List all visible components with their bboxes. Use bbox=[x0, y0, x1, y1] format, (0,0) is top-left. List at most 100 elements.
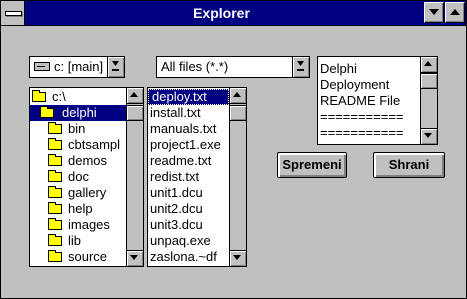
scroll-down-button[interactable] bbox=[127, 250, 143, 266]
memo-scrollbar[interactable] bbox=[420, 57, 437, 144]
scroll-down-icon bbox=[233, 255, 241, 260]
file-item-label: unit1.dcu bbox=[150, 185, 203, 200]
file-item[interactable]: manuals.txt bbox=[148, 121, 229, 137]
minimize-arrow-icon bbox=[429, 9, 439, 15]
file-type-select-value: All files (*.*) bbox=[161, 59, 229, 74]
file-item[interactable]: zaslona.~df bbox=[148, 249, 229, 265]
memo-text: Delphi Deployment README File =========== ==… bbox=[318, 57, 420, 144]
drive-icon bbox=[34, 62, 50, 71]
directory-item[interactable]: doc bbox=[30, 169, 126, 185]
file-list-scrollbar[interactable] bbox=[229, 88, 246, 266]
open-folder-icon bbox=[40, 106, 54, 118]
memo-line: Deployment bbox=[320, 77, 390, 92]
directory-item-label: cbtsampl bbox=[68, 137, 121, 152]
file-item[interactable]: project1.exe bbox=[148, 137, 229, 153]
drive-select[interactable]: c: [main] bbox=[29, 56, 125, 78]
file-item[interactable]: unit2.dcu bbox=[148, 201, 229, 217]
system-menu-button[interactable] bbox=[1, 1, 25, 25]
file-list-items: deploy.txt install.txt manuals.txt project1… bbox=[148, 88, 229, 266]
directory-item[interactable]: gallery bbox=[30, 185, 126, 201]
dropdown-arrow-icon bbox=[297, 61, 304, 71]
memo-line: =========== bbox=[320, 125, 404, 140]
scroll-up-icon bbox=[130, 92, 138, 97]
scrollbar-thumb[interactable] bbox=[127, 105, 143, 121]
folder-icon bbox=[48, 250, 62, 262]
scroll-down-button[interactable] bbox=[230, 250, 246, 266]
file-item[interactable]: readme.txt bbox=[148, 153, 229, 169]
folder-icon bbox=[48, 122, 62, 134]
file-item-label: zaslona.~df bbox=[150, 249, 217, 264]
memo-line: Delphi bbox=[320, 61, 357, 76]
dropdown-arrow-icon bbox=[112, 61, 119, 71]
scroll-down-button[interactable] bbox=[421, 128, 437, 144]
file-item-label: readme.txt bbox=[150, 153, 212, 168]
scroll-up-button[interactable] bbox=[127, 88, 143, 104]
directory-item[interactable]: lib bbox=[30, 233, 126, 249]
directory-list[interactable]: c:\ delphi bin cbtsampl demos doc gallery help i… bbox=[29, 87, 144, 267]
file-item-label: unit3.dcu bbox=[150, 217, 203, 232]
directory-item[interactable]: bin bbox=[30, 121, 126, 137]
folder-icon bbox=[48, 138, 62, 150]
title-bar[interactable]: Explorer bbox=[1, 1, 466, 26]
explorer-window: Explorer c: [main] All files (*.*) c:\ de… bbox=[0, 0, 467, 299]
memo-line: =========== bbox=[320, 109, 404, 124]
file-item-label: redist.txt bbox=[150, 169, 200, 184]
file-item[interactable]: unit3.dcu bbox=[148, 217, 229, 233]
file-item-label: project1.exe bbox=[150, 137, 221, 152]
directory-item[interactable]: delphi bbox=[30, 105, 126, 121]
open-folder-icon bbox=[32, 90, 46, 102]
directory-item-label: c:\ bbox=[52, 89, 66, 104]
file-item[interactable]: deploy.txt bbox=[148, 89, 229, 105]
directory-item-label: bin bbox=[68, 121, 86, 136]
file-type-select[interactable]: All files (*.*) bbox=[156, 56, 310, 78]
directory-item-label: source bbox=[68, 249, 108, 264]
scroll-up-icon bbox=[424, 61, 432, 66]
drive-select-value: c: [main] bbox=[54, 59, 104, 74]
folder-icon bbox=[48, 170, 62, 182]
directory-item[interactable]: help bbox=[30, 201, 126, 217]
file-item[interactable]: unit1.dcu bbox=[148, 185, 229, 201]
directory-list-items: c:\ delphi bin cbtsampl demos doc gallery help i… bbox=[30, 88, 126, 266]
directory-item[interactable]: source bbox=[30, 249, 126, 265]
directory-item[interactable]: c:\ bbox=[30, 89, 126, 105]
scroll-down-icon bbox=[130, 255, 138, 260]
file-item-label: unpaq.exe bbox=[150, 233, 211, 248]
shrani-button[interactable]: Shrani bbox=[373, 152, 445, 178]
file-item[interactable]: redist.txt bbox=[148, 169, 229, 185]
file-item-label: unit2.dcu bbox=[150, 201, 203, 216]
scroll-down-icon bbox=[424, 133, 432, 138]
directory-item-label: images bbox=[68, 217, 110, 232]
drive-select-dropdown-button[interactable] bbox=[107, 57, 124, 77]
scroll-up-button[interactable] bbox=[421, 57, 437, 73]
directory-item-label: help bbox=[68, 201, 93, 216]
file-item-label: manuals.txt bbox=[150, 121, 217, 136]
directory-item-label: demos bbox=[68, 153, 108, 168]
folder-icon bbox=[48, 218, 62, 230]
file-item[interactable]: unpaq.exe bbox=[148, 233, 229, 249]
directory-item[interactable]: images bbox=[30, 217, 126, 233]
maximize-arrow-icon bbox=[450, 9, 460, 15]
readme-memo[interactable]: Delphi Deployment README File =========== ==… bbox=[317, 56, 438, 145]
folder-icon bbox=[48, 234, 62, 246]
file-list[interactable]: deploy.txt install.txt manuals.txt project1… bbox=[147, 87, 247, 267]
directory-item[interactable]: cbtsampl bbox=[30, 137, 126, 153]
minimize-button[interactable] bbox=[424, 2, 444, 23]
scrollbar-thumb[interactable] bbox=[230, 105, 246, 121]
scrollbar-thumb[interactable] bbox=[421, 73, 437, 89]
file-item-label: deploy.txt bbox=[152, 89, 207, 104]
scroll-up-button[interactable] bbox=[230, 88, 246, 104]
directory-list-scrollbar[interactable] bbox=[126, 88, 143, 266]
spremeni-button[interactable]: Spremeni bbox=[277, 152, 347, 178]
file-type-dropdown-button[interactable] bbox=[292, 57, 309, 77]
file-item-label: install.txt bbox=[150, 105, 201, 120]
directory-item-label: doc bbox=[68, 169, 89, 184]
directory-item-label: delphi bbox=[62, 105, 97, 120]
directory-item-label: gallery bbox=[68, 185, 107, 200]
system-menu-icon bbox=[5, 11, 22, 16]
folder-icon bbox=[48, 186, 62, 198]
memo-line: README File bbox=[320, 93, 401, 108]
file-item[interactable]: install.txt bbox=[148, 105, 229, 121]
folder-icon bbox=[48, 154, 62, 166]
directory-item[interactable]: demos bbox=[30, 153, 126, 169]
maximize-button[interactable] bbox=[445, 2, 465, 23]
